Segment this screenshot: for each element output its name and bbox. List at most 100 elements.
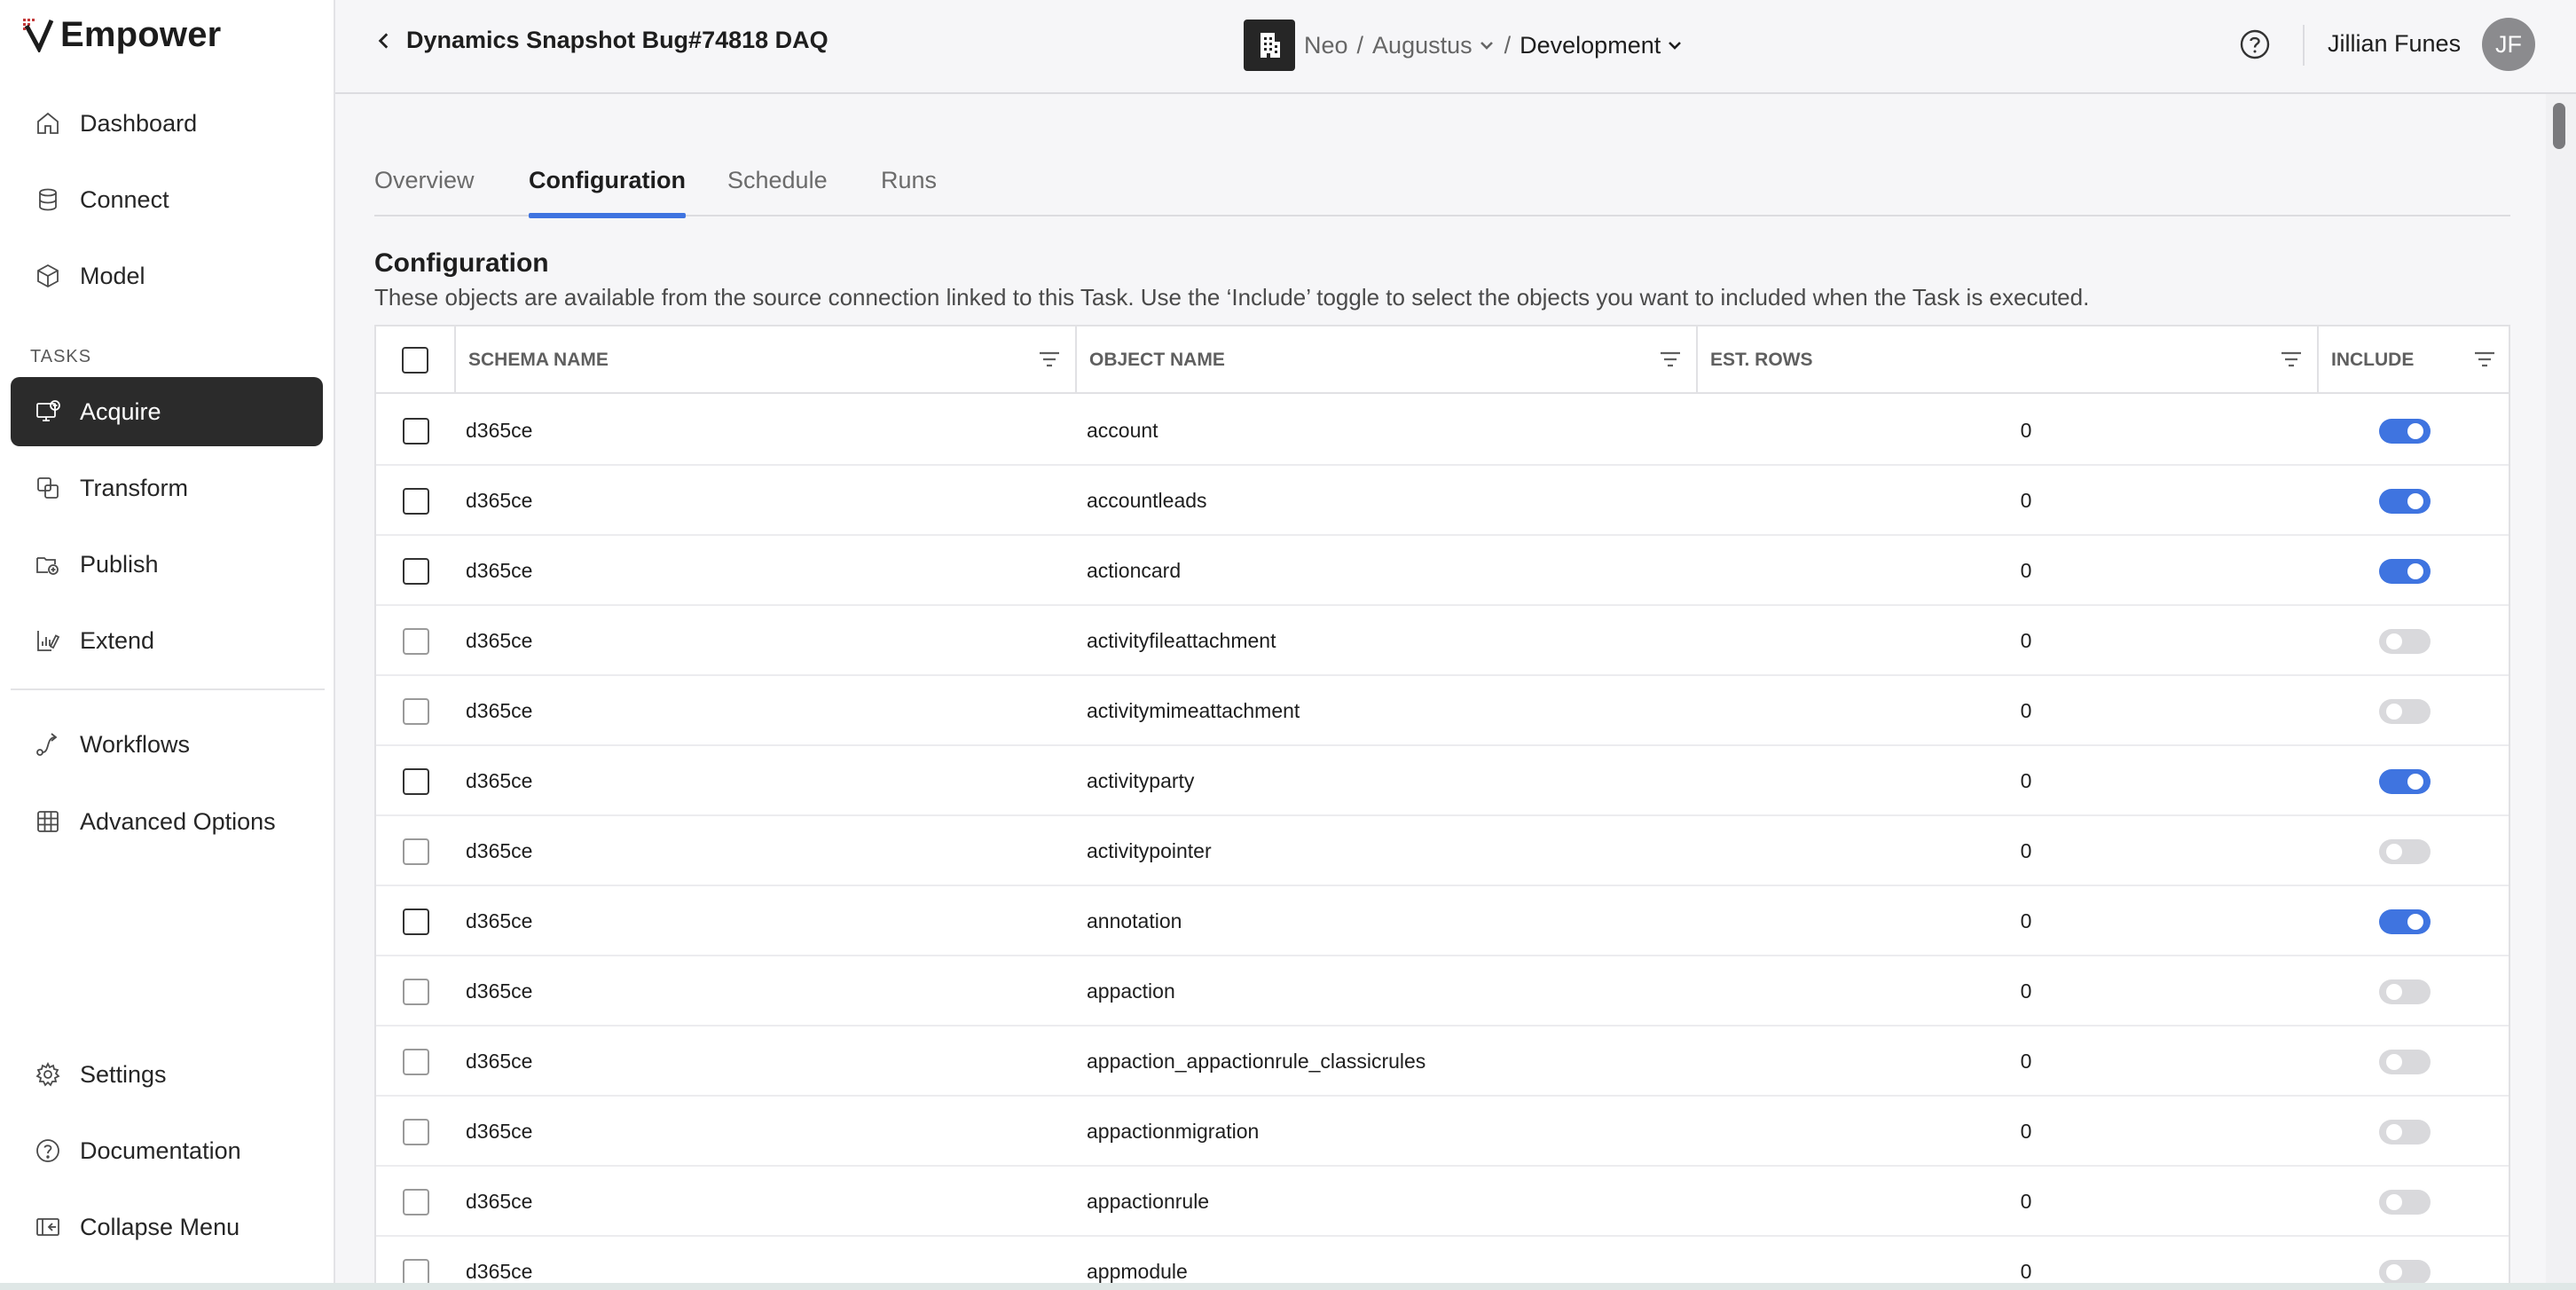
row-checkbox[interactable]	[403, 838, 429, 865]
user-name[interactable]: Jillian Funes	[2328, 30, 2461, 58]
table-row[interactable]: d365ce activitypointer 0	[376, 816, 2509, 886]
row-checkbox[interactable]	[403, 978, 429, 1005]
sidebar-item-documentation[interactable]: Documentation	[11, 1116, 323, 1185]
table-row[interactable]: d365ce account 0	[376, 396, 2509, 466]
sidebar-item-model[interactable]: Model	[11, 241, 323, 311]
sidebar-item-publish[interactable]: Publish	[11, 530, 323, 599]
workflow-icon	[32, 728, 64, 760]
scrollbar-track[interactable]	[2546, 94, 2576, 1290]
table-row[interactable]: d365ce activitymimeattachment 0	[376, 676, 2509, 746]
include-toggle[interactable]	[2379, 838, 2431, 864]
sidebar-divider	[11, 688, 325, 690]
filter-icon[interactable]	[1659, 350, 1682, 369]
schema-name-cell: d365ce	[466, 699, 533, 722]
include-toggle[interactable]	[2379, 1119, 2431, 1144]
include-toggle[interactable]	[2379, 1189, 2431, 1215]
row-checkbox[interactable]	[403, 1048, 429, 1075]
row-select-cell	[376, 746, 456, 816]
table-row[interactable]: d365ce appmodule 0	[376, 1237, 2509, 1290]
include-toggle[interactable]	[2379, 488, 2431, 514]
include-toggle[interactable]	[2379, 418, 2431, 444]
sidebar-item-label: Settings	[80, 1060, 167, 1088]
table-row[interactable]: d365ce activityfileattachment 0	[376, 606, 2509, 676]
brand-logo[interactable]: Empower	[21, 12, 221, 57]
select-all-checkbox[interactable]	[402, 347, 428, 374]
row-checkbox[interactable]	[403, 1258, 429, 1286]
column-header-est-rows[interactable]: EST. ROWS	[1698, 326, 2319, 394]
breadcrumb-separator: /	[1504, 31, 1512, 59]
table-row[interactable]: d365ce accountleads 0	[376, 466, 2509, 536]
column-header-include[interactable]: INCLUDE	[2319, 326, 2509, 394]
row-checkbox[interactable]	[403, 417, 429, 444]
include-toggle[interactable]	[2379, 558, 2431, 584]
scrollbar-thumb[interactable]	[2553, 103, 2565, 149]
project-name: Augustus	[1372, 31, 1473, 59]
row-checkbox[interactable]	[403, 767, 429, 795]
sidebar-item-settings[interactable]: Settings	[11, 1040, 323, 1109]
column-header-label: INCLUDE	[2331, 350, 2415, 370]
top-bar: Dynamics Snapshot Bug#74818 DAQ Neo / Au…	[335, 0, 2576, 94]
include-toggle[interactable]	[2379, 698, 2431, 724]
sidebar-item-transform[interactable]: Transform	[11, 453, 323, 523]
row-checkbox[interactable]	[403, 557, 429, 585]
table-row[interactable]: d365ce appaction_appactionrule_classicrul…	[376, 1026, 2509, 1097]
schema-name-cell: d365ce	[466, 839, 533, 862]
sidebar-item-label: Connect	[80, 185, 169, 213]
include-toggle[interactable]	[2379, 628, 2431, 654]
include-cell	[2379, 746, 2431, 816]
org-crumb[interactable]: Neo	[1304, 32, 1348, 59]
header-select-cell	[376, 326, 456, 394]
table-row[interactable]: d365ce actioncard 0	[376, 536, 2509, 606]
sidebar-item-collapse-menu[interactable]: Collapse Menu	[11, 1192, 323, 1262]
include-toggle[interactable]	[2379, 1049, 2431, 1074]
include-toggle[interactable]	[2379, 909, 2431, 934]
column-header-object-name[interactable]: OBJECT NAME	[1077, 326, 1698, 394]
table-row[interactable]: d365ce activityparty 0	[376, 746, 2509, 816]
row-select-cell	[376, 1167, 456, 1237]
filter-icon[interactable]	[1038, 350, 1061, 369]
table-row[interactable]: d365ce appactionmigration 0	[376, 1097, 2509, 1167]
row-select-cell	[376, 466, 456, 536]
sidebar-item-label: Model	[80, 262, 145, 289]
row-checkbox[interactable]	[403, 1188, 429, 1215]
table-row[interactable]: d365ce appactionrule 0	[376, 1167, 2509, 1237]
publish-icon	[32, 548, 64, 580]
back-button[interactable]: Dynamics Snapshot Bug#74818 DAQ	[373, 27, 829, 54]
row-checkbox[interactable]	[403, 908, 429, 935]
include-cell	[2379, 536, 2431, 606]
sidebar-item-connect[interactable]: Connect	[11, 165, 323, 234]
row-checkbox[interactable]	[403, 487, 429, 515]
tab-configuration[interactable]: Configuration	[529, 167, 686, 218]
sidebar-item-workflows[interactable]: Workflows	[11, 710, 323, 779]
row-checkbox[interactable]	[403, 1118, 429, 1145]
include-toggle[interactable]	[2379, 979, 2431, 1004]
sidebar-item-acquire[interactable]: Acquire	[11, 377, 323, 446]
table-row[interactable]: d365ce appaction 0	[376, 956, 2509, 1026]
environment-selector[interactable]: Development	[1520, 32, 1684, 59]
sidebar-item-dashboard[interactable]: Dashboard	[11, 89, 323, 158]
object-name-cell: appactionmigration	[1087, 1120, 1260, 1143]
est-rows-cell: 0	[2020, 909, 2032, 932]
sidebar-item-label: Workflows	[80, 730, 191, 758]
sidebar-item-advanced-options[interactable]: Advanced Options	[11, 787, 323, 856]
filter-icon[interactable]	[2473, 350, 2496, 369]
column-header-schema-name[interactable]: SCHEMA NAME	[456, 326, 1077, 394]
sidebar-item-extend[interactable]: Extend	[11, 606, 323, 675]
avatar[interactable]: JF	[2482, 18, 2535, 71]
include-toggle[interactable]	[2379, 768, 2431, 794]
tab-overview[interactable]: Overview	[374, 167, 475, 216]
row-checkbox[interactable]	[403, 697, 429, 725]
row-checkbox[interactable]	[403, 627, 429, 655]
table-row[interactable]: d365ce annotation 0	[376, 886, 2509, 956]
tab-runs[interactable]: Runs	[881, 167, 937, 216]
help-icon[interactable]	[2239, 28, 2271, 60]
object-name-cell: account	[1087, 419, 1158, 442]
filter-icon[interactable]	[2280, 350, 2303, 369]
chevron-down-icon	[1480, 42, 1493, 50]
schema-name-cell: d365ce	[466, 909, 533, 932]
tab-schedule[interactable]: Schedule	[727, 167, 828, 216]
est-rows-cell: 0	[2020, 1120, 2032, 1143]
project-selector[interactable]: Augustus	[1372, 32, 1496, 59]
include-toggle[interactable]	[2379, 1259, 2431, 1285]
row-select-cell	[376, 396, 456, 466]
